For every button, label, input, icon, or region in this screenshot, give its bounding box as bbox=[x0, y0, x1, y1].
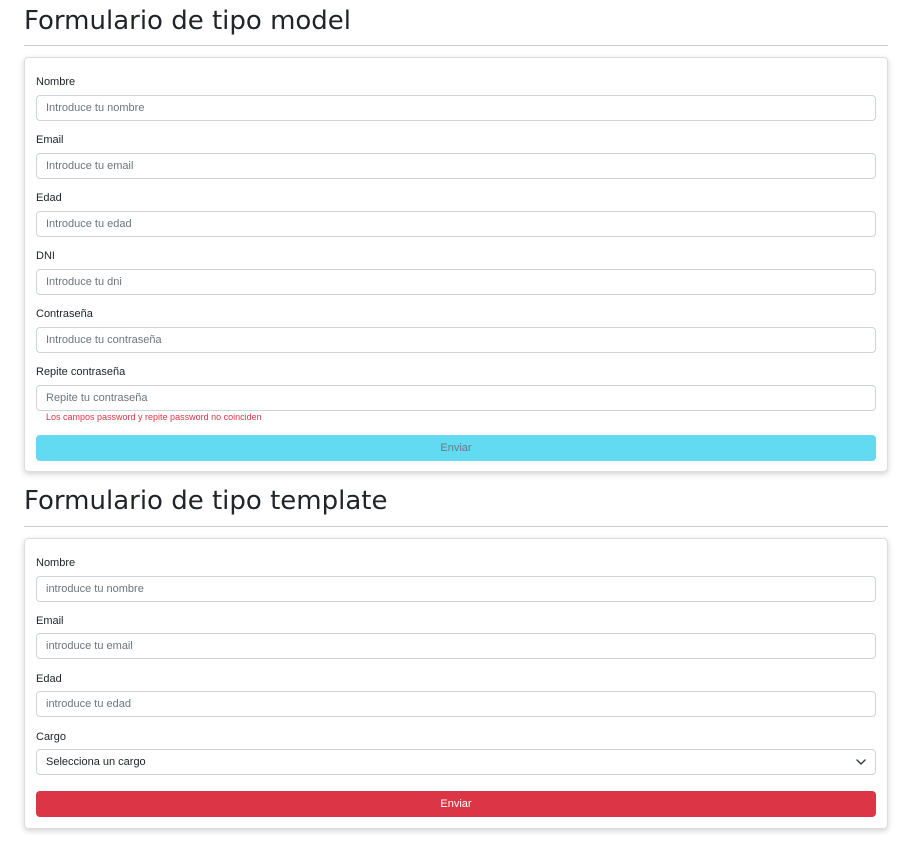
email-placeholder: introduce tu email bbox=[46, 640, 133, 652]
repite-contrasena-placeholder: Repite tu contraseña bbox=[46, 392, 148, 404]
email-label: Email bbox=[36, 134, 64, 146]
edad-placeholder: introduce tu edad bbox=[46, 698, 132, 710]
contrasena-placeholder: Introduce tu contraseña bbox=[46, 334, 162, 346]
edad-label: Edad bbox=[36, 192, 62, 204]
nombre-label: Nombre bbox=[36, 557, 76, 569]
nombre-placeholder: introduce tu nombre bbox=[46, 583, 144, 595]
password-mismatch-error: Los campos password y repite password no… bbox=[46, 412, 262, 422]
dni-input[interactable]: Introduce tu dni bbox=[36, 269, 876, 295]
template-form-title: Formulario de tipo template bbox=[24, 486, 388, 516]
repite-contrasena-label: Repite contraseña bbox=[36, 366, 126, 378]
chevron-down-icon bbox=[856, 759, 866, 765]
template-form-card: Nombre introduce tu nombre Email introdu… bbox=[24, 538, 888, 829]
edad-input[interactable]: Introduce tu edad bbox=[36, 211, 876, 237]
dni-placeholder: Introduce tu dni bbox=[46, 276, 122, 288]
cargo-label: Cargo bbox=[36, 731, 66, 743]
model-form-divider bbox=[24, 45, 888, 46]
nombre-input[interactable]: Introduce tu nombre bbox=[36, 95, 876, 121]
email-input[interactable]: introduce tu email bbox=[36, 633, 876, 659]
email-label: Email bbox=[36, 615, 64, 627]
model-submit-button[interactable]: Enviar bbox=[36, 435, 876, 461]
template-form-divider bbox=[24, 526, 888, 527]
dni-label: DNI bbox=[36, 250, 55, 262]
email-placeholder: Introduce tu email bbox=[46, 160, 134, 172]
nombre-placeholder: Introduce tu nombre bbox=[46, 102, 145, 114]
contrasena-input[interactable]: Introduce tu contraseña bbox=[36, 327, 876, 353]
nombre-input[interactable]: introduce tu nombre bbox=[36, 576, 876, 602]
edad-label: Edad bbox=[36, 673, 62, 685]
edad-input[interactable]: introduce tu edad bbox=[36, 691, 876, 717]
repite-contrasena-input[interactable]: Repite tu contraseña bbox=[36, 385, 876, 411]
model-form-title: Formulario de tipo model bbox=[24, 6, 352, 36]
edad-placeholder: Introduce tu edad bbox=[46, 218, 132, 230]
contrasena-label: Contraseña bbox=[36, 308, 93, 320]
model-form-card: Nombre Introduce tu nombre Email Introdu… bbox=[24, 57, 888, 472]
email-input[interactable]: Introduce tu email bbox=[36, 153, 876, 179]
cargo-select[interactable]: Selecciona un cargo bbox=[36, 749, 876, 775]
template-submit-button[interactable]: Enviar bbox=[36, 791, 876, 817]
nombre-label: Nombre bbox=[36, 76, 76, 88]
cargo-selected-value: Selecciona un cargo bbox=[46, 756, 146, 768]
